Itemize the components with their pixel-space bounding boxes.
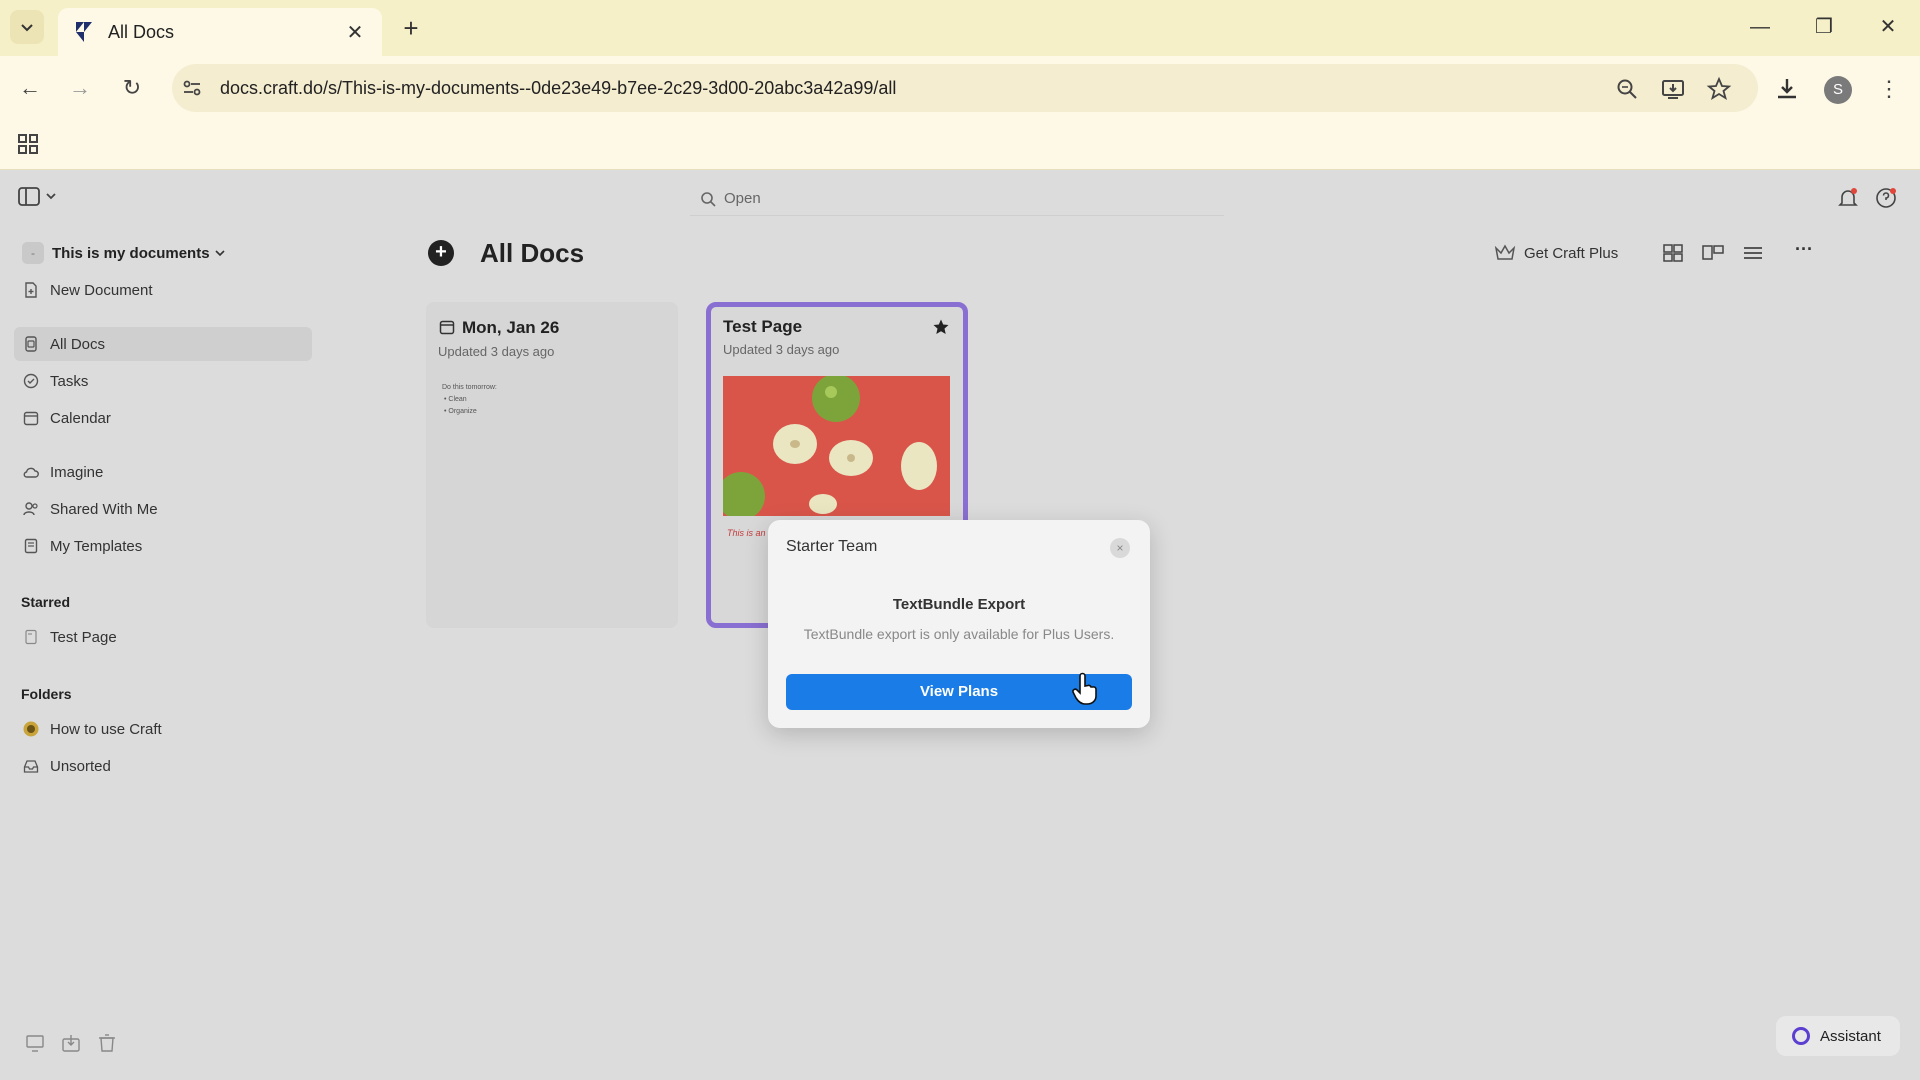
- calendar-icon: [23, 411, 39, 426]
- assistant-label: Assistant: [1820, 1027, 1881, 1045]
- url-text: docs.craft.do/s/This-is-my-documents--0d…: [220, 78, 897, 98]
- new-document-button[interactable]: New Document: [14, 273, 312, 307]
- sidebar-item-label: My Templates: [50, 537, 143, 555]
- hand-cursor-icon: [1072, 672, 1097, 705]
- sidebar-item-test-page[interactable]: Test Page: [14, 620, 312, 654]
- add-doc-button[interactable]: +: [428, 240, 454, 266]
- browser-tab-active[interactable]: All Docs ✕: [58, 8, 382, 56]
- cloud-icon: [23, 467, 39, 478]
- window-close-button[interactable]: ✕: [1868, 12, 1908, 42]
- page-title: All Docs: [480, 238, 585, 268]
- chevron-down-icon: [214, 250, 225, 257]
- card-snippet: This is an: [727, 528, 766, 538]
- card-updated: Updated 3 days ago: [438, 344, 555, 359]
- back-button[interactable]: ←: [12, 70, 48, 106]
- close-icon[interactable]: ×: [1110, 538, 1130, 558]
- card-title: Mon, Jan 26: [462, 318, 560, 337]
- site-settings-icon[interactable]: [180, 76, 204, 100]
- space-name: This is my documents: [52, 244, 210, 262]
- card-updated: Updated 3 days ago: [723, 342, 840, 357]
- minimize-button[interactable]: —: [1740, 12, 1780, 42]
- restore-button[interactable]: ❐: [1804, 12, 1844, 42]
- sidebar-item-how-to-use-craft[interactable]: How to use Craft: [14, 712, 312, 746]
- browser-menu-icon[interactable]: ⋮: [1878, 76, 1900, 102]
- more-options-button[interactable]: ···: [1786, 238, 1822, 268]
- get-craft-plus-button[interactable]: Get Craft Plus: [1494, 238, 1638, 268]
- crown-icon: [1494, 244, 1516, 260]
- import-icon[interactable]: [60, 1032, 82, 1054]
- apples-illustration: [723, 376, 950, 516]
- desktop-app-icon[interactable]: [24, 1032, 46, 1054]
- sidebar-item-tasks[interactable]: Tasks: [14, 364, 312, 398]
- card-preview: Do this tomorrow: • Clean • Organize: [442, 382, 497, 418]
- install-app-icon[interactable]: [1660, 76, 1686, 102]
- document-icon: [25, 629, 37, 645]
- sidebar-item-my-templates[interactable]: My Templates: [14, 529, 312, 563]
- new-document-label: New Document: [50, 281, 153, 299]
- sidebar-item-label: Calendar: [50, 409, 111, 427]
- sidebar-item-label: Imagine: [50, 463, 104, 481]
- starred-heading: Starred: [21, 594, 71, 610]
- tab-search-button[interactable]: [10, 10, 44, 44]
- search-placeholder: Open: [724, 190, 761, 207]
- preview-line: • Organize: [444, 408, 477, 415]
- sidebar-toggle-icon[interactable]: [18, 186, 60, 208]
- people-icon: [23, 502, 38, 516]
- card-title: Test Page: [723, 317, 803, 336]
- modal-title: Starter Team: [786, 538, 878, 555]
- preview-line: Do this tomorrow:: [442, 384, 497, 391]
- bookmarks-bar: [0, 120, 1920, 170]
- preview-line: • Clean: [444, 396, 467, 403]
- modal-heading: TextBundle Export: [892, 596, 1026, 613]
- tab-close-icon[interactable]: ✕: [342, 20, 368, 45]
- sidebar-item-label: Shared With Me: [50, 500, 158, 518]
- sidebar-item-label: How to use Craft: [50, 720, 162, 738]
- sidebar-item-label: Tasks: [50, 372, 89, 390]
- get-plus-label: Get Craft Plus: [1524, 244, 1619, 262]
- sidebar-item-shared-with-me[interactable]: Shared With Me: [14, 492, 312, 526]
- modal-body: TextBundle export is only available for …: [803, 626, 1115, 642]
- calendar-icon: [439, 320, 455, 335]
- new-document-icon: [25, 282, 37, 298]
- sidebar-item-label: Test Page: [50, 628, 117, 646]
- help-icon[interactable]: [1874, 186, 1898, 210]
- downloads-icon[interactable]: [1774, 76, 1800, 102]
- card-view-icon[interactable]: [1700, 240, 1726, 266]
- new-tab-button[interactable]: +: [396, 14, 426, 44]
- search-input[interactable]: Open: [690, 182, 1224, 216]
- forward-button[interactable]: →: [62, 70, 98, 106]
- zoom-icon[interactable]: [1614, 76, 1640, 102]
- assistant-icon: [1792, 1027, 1810, 1045]
- space-badge: -: [22, 242, 44, 264]
- space-switcher[interactable]: - This is my documents: [14, 236, 312, 270]
- docs-icon: [25, 336, 37, 352]
- grid-view-icon[interactable]: [1660, 240, 1686, 266]
- folder-emoji-icon: [23, 721, 39, 737]
- tab-title: All Docs: [108, 21, 175, 42]
- apples-image: [723, 376, 950, 516]
- sidebar-item-all-docs[interactable]: All Docs: [14, 327, 312, 361]
- sidebar-item-label: All Docs: [50, 335, 106, 353]
- craft-logo-icon: [76, 22, 92, 42]
- profile-avatar[interactable]: S: [1824, 76, 1852, 104]
- sidebar-item-calendar[interactable]: Calendar: [14, 401, 312, 435]
- folders-heading: Folders: [21, 686, 72, 702]
- sidebar-item-label: Unsorted: [50, 757, 111, 775]
- search-icon: [701, 191, 716, 207]
- tasks-icon: [23, 373, 39, 389]
- template-icon: [24, 538, 38, 554]
- chevron-down-icon: [21, 24, 33, 32]
- inbox-icon: [23, 760, 39, 773]
- sidebar-item-unsorted[interactable]: Unsorted: [14, 749, 312, 783]
- star-filled-icon[interactable]: [932, 318, 950, 336]
- sidebar-item-imagine[interactable]: Imagine: [14, 455, 312, 489]
- list-view-icon[interactable]: [1740, 240, 1766, 266]
- assistant-button[interactable]: Assistant: [1776, 1016, 1900, 1056]
- bookmark-star-icon[interactable]: [1706, 76, 1732, 102]
- apps-grid-icon[interactable]: [16, 132, 40, 156]
- trash-icon[interactable]: [96, 1032, 118, 1054]
- reload-button[interactable]: ↻: [114, 70, 150, 106]
- notifications-icon[interactable]: [1836, 186, 1860, 210]
